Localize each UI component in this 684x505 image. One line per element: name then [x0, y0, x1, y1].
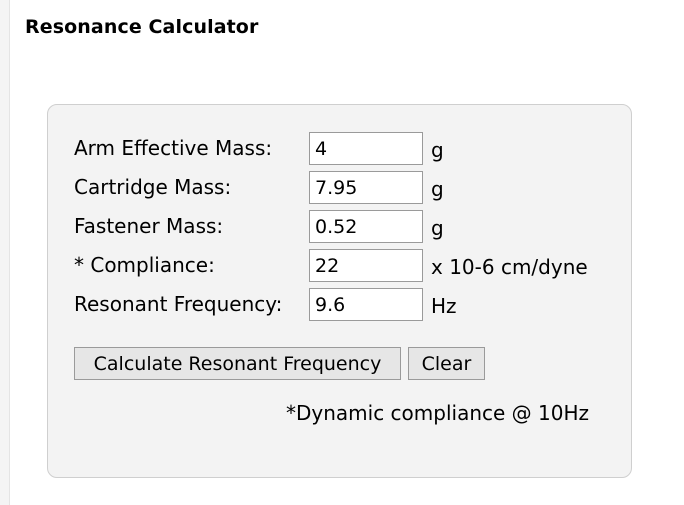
form-row-fastener-mass: Fastener Mass: g	[74, 210, 634, 243]
arm-effective-mass-input[interactable]	[309, 132, 423, 165]
form-row-cartridge-mass: Cartridge Mass: g	[74, 171, 634, 204]
fastener-mass-unit: g	[431, 216, 444, 240]
resonant-frequency-unit: Hz	[431, 294, 457, 318]
arm-effective-mass-label: Arm Effective Mass:	[74, 136, 273, 160]
fastener-mass-label: Fastener Mass:	[74, 214, 224, 238]
cartridge-mass-unit: g	[431, 177, 444, 201]
clear-button[interactable]: Clear	[408, 347, 485, 380]
resonant-frequency-input[interactable]	[309, 288, 423, 321]
form-row-compliance: * Compliance: x 10-6 cm/dyne	[74, 249, 634, 282]
calculate-button[interactable]: Calculate Resonant Frequency	[74, 347, 401, 380]
compliance-input[interactable]	[309, 249, 423, 282]
page-title: Resonance Calculator	[25, 16, 259, 38]
cartridge-mass-label: Cartridge Mass:	[74, 175, 232, 199]
resonant-frequency-label: Resonant Frequency:	[74, 292, 283, 316]
page: Resonance Calculator Arm Effective Mass:…	[0, 0, 684, 505]
compliance-unit: x 10-6 cm/dyne	[431, 255, 588, 279]
compliance-label: * Compliance:	[74, 253, 215, 277]
arm-effective-mass-unit: g	[431, 138, 444, 162]
calculator-panel: Arm Effective Mass: g Cartridge Mass: g …	[47, 104, 632, 478]
cartridge-mass-input[interactable]	[309, 171, 423, 204]
compliance-footnote: *Dynamic compliance @ 10Hz	[286, 401, 590, 425]
form-row-resonant-frequency: Resonant Frequency: Hz	[74, 288, 634, 321]
form-row-arm-effective-mass: Arm Effective Mass: g	[74, 132, 634, 165]
fastener-mass-input[interactable]	[309, 210, 423, 243]
left-strip	[0, 0, 10, 505]
